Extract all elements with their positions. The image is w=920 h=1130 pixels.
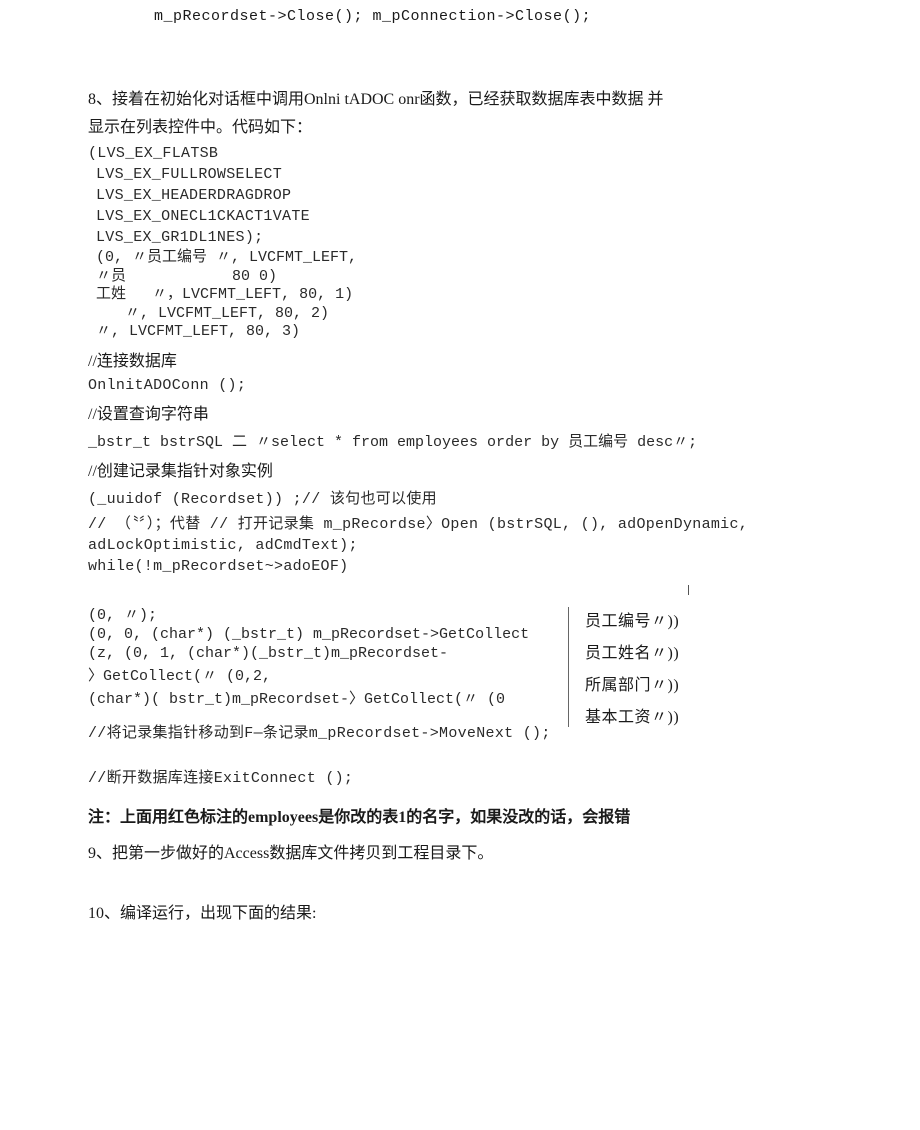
comment-create-recordset: //创建记录集指针对象实例 <box>88 457 832 481</box>
code-movenext: //将记录集指针移动到F—条记录m_pRecordset->MoveNext (… <box>88 721 832 742</box>
lc-0: (0, 〃); <box>88 603 568 624</box>
getcollect-block: (0, 〃); (0, 0, (char*) (_bstr_t) m_pReco… <box>88 601 832 727</box>
code-close-connections: m_pRecordset->Close(); m_pConnection->Cl… <box>88 8 832 25</box>
field-salary: 基本工资〃)) <box>585 703 679 727</box>
col-def-row3: 工姓 〃，LVCFMT_LEFT, 80, 1) <box>96 287 832 304</box>
field-department: 所属部门〃)) <box>585 671 679 695</box>
comment-connect-db: //连接数据库 <box>88 347 832 371</box>
col-def-row2: 〃员 80 0) <box>96 269 832 286</box>
note-employees-red: 注：上面用红色标注的employees是你改的表1的名字，如果没改的话，会报错 <box>88 803 832 827</box>
code-exitconnect: //断开数据库连接ExitConnect (); <box>88 766 832 787</box>
code-lvs-oneclickactivate: LVS_EX_ONECL1CKACT1VATE <box>88 208 832 225</box>
col-def-row5: 〃, LVCFMT_LEFT, 80, 3) <box>96 324 832 341</box>
column-definitions-block: (0, 〃员工编号 〃, LVCFMT_LEFT, 〃员 80 0) 工姓 〃，… <box>88 250 832 341</box>
code-lvs-fullrowselect: LVS_EX_FULLROWSELECT <box>88 166 832 183</box>
divider-top-mark <box>688 585 690 595</box>
col-def-row1: (0, 〃员工编号 〃, LVCFMT_LEFT, <box>96 250 832 267</box>
code-lvs-headerdragdrop: LVS_EX_HEADERDRAGDROP <box>88 187 832 204</box>
field-employee-name: 员工姓名〃)) <box>585 639 679 663</box>
paragraph-8-line1: 8、接着在初始化对话框中调用Onlni tADOC onr函数，已经获取数据库表… <box>88 85 832 109</box>
document-page: m_pRecordset->Close(); m_pConnection->Cl… <box>0 0 920 951</box>
getcollect-left: (0, 〃); (0, 0, (char*) (_bstr_t) m_pReco… <box>88 601 568 727</box>
col-def-row3-left: 工姓 <box>96 286 126 303</box>
col-def-row2-left: 〃员 <box>96 268 126 285</box>
lc-3: 〉GetCollect(〃 (0,2, <box>88 664 568 685</box>
code-uuidof: (_uuidof (Recordset)) ;// 该句也可以使用 <box>88 487 832 508</box>
paragraph-10: 10、编译运行，出现下面的结果: <box>88 899 832 923</box>
lc-1: (0, 0, (char*) (_bstr_t) m_pRecordset->G… <box>88 626 568 643</box>
col-def-row4: 〃, LVCFMT_LEFT, 80, 2) <box>96 306 832 323</box>
comment-set-query: //设置查询字符串 <box>88 400 832 424</box>
col-def-row2-right: 80 0) <box>232 268 277 285</box>
code-lvs-gridlines: LVS_EX_GR1DL1NES); <box>88 229 832 246</box>
lc-4: (char*)( bstr_t)m_pRecordset-〉GetCollect… <box>88 687 568 708</box>
paragraph-9: 9、把第一步做好的Access数据库文件拷贝到工程目录下。 <box>88 839 832 863</box>
code-open-1: // （〝〞）；代替 // 打开记录集 m_pRecordse〉Open (bs… <box>88 512 832 533</box>
lc-2: (z, (0, 1, (char*)(_bstr_t)m_pRecordset- <box>88 645 568 662</box>
field-employee-id: 员工编号〃)) <box>585 607 679 631</box>
getcollect-right: 员工编号〃)) 员工姓名〃)) 所属部门〃)) 基本工资〃)) <box>568 607 679 727</box>
getcollect-right-outer: 员工编号〃)) 员工姓名〃)) 所属部门〃)) 基本工资〃)) <box>568 601 679 727</box>
code-lvs-flatsb: (LVS_EX_FLATSB <box>88 145 832 162</box>
code-sql: _bstr_t bstrSQL 二 〃select * from employe… <box>88 430 832 451</box>
code-while: while(!m_pRecordset~>adoEOF) <box>88 558 832 575</box>
code-open-2: adLockOptimistic, adCmdText); <box>88 537 832 554</box>
col-def-row3-right: 〃，LVCFMT_LEFT, 80, 1) <box>152 286 353 303</box>
paragraph-8-line2: 显示在列表控件中。代码如下： <box>88 113 832 137</box>
code-oninit: OnlnitADOConn (); <box>88 377 832 394</box>
col-def-row4-text: 〃, LVCFMT_LEFT, 80, 2) <box>125 305 329 322</box>
